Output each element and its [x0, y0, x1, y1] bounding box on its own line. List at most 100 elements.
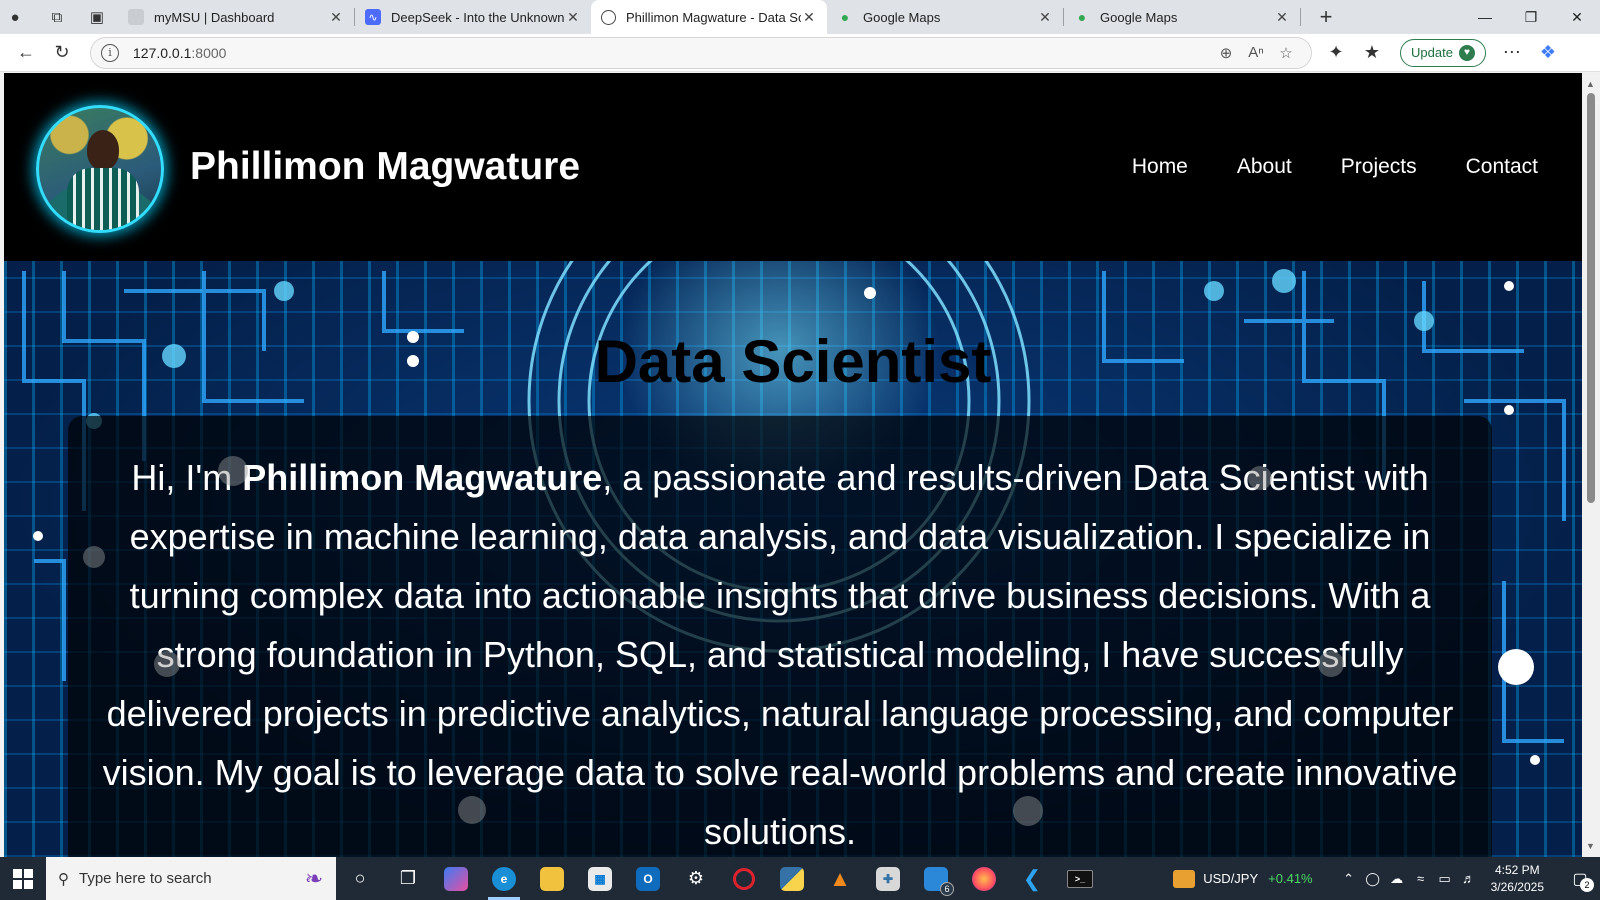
settings-tools-icon[interactable]: ⚙ — [672, 857, 720, 900]
python-docs-icon[interactable]: ✚ — [864, 857, 912, 900]
particle-dot — [1504, 281, 1514, 291]
volume-icon[interactable]: ♬ — [1457, 871, 1481, 886]
tab-title: myMSU | Dashboard — [154, 9, 275, 25]
scroll-up-arrow[interactable]: ▲ — [1586, 79, 1595, 89]
intro-name: Phillimon Magwature — [242, 457, 603, 498]
close-window-icon[interactable]: ✕ — [1554, 0, 1600, 34]
address-bar[interactable]: i 127.0.0.1:8000 ⊕ Aⁿ ☆ — [90, 36, 1312, 69]
clock-date: 3/26/2025 — [1490, 879, 1544, 894]
tab-title: Google Maps — [863, 9, 941, 25]
start-button[interactable] — [0, 857, 46, 900]
battery-icon[interactable]: ▭ — [1433, 871, 1457, 887]
python-icon[interactable] — [768, 857, 816, 900]
explorer-windows-icon[interactable]: 6 — [912, 857, 960, 900]
scroll-down-arrow[interactable]: ▼ — [1586, 841, 1595, 851]
window-controls: — ❐ ✕ — [1462, 0, 1600, 34]
copilot-app-icon[interactable] — [432, 857, 480, 900]
edge-browser-icon[interactable]: e — [480, 857, 528, 900]
windows-taskbar: ⚲ Type here to search ❧ ○ ❐ e ▦ O ⚙ ▲ ✚ … — [0, 857, 1600, 900]
nav-contact[interactable]: Contact — [1466, 155, 1538, 179]
hero-section: Data Scientist Hi, I'm Phillimon Magwatu… — [4, 261, 1582, 857]
particle-dot — [1530, 755, 1540, 765]
workspaces-icon[interactable]: ⧉ — [42, 2, 72, 32]
taskbar-search[interactable]: ⚲ Type here to search ❧ — [46, 857, 336, 900]
tab-google-maps-1[interactable]: ● Google Maps ✕ — [827, 0, 1063, 34]
browser-tab-strip: ● ⧉ ▣ myMSU | Dashboard ✕ ∿ DeepSeek - I… — [0, 0, 1600, 34]
firefox-icon[interactable] — [960, 857, 1008, 900]
tab-portfolio[interactable]: Phillimon Magwature - Data Scier ✕ — [591, 0, 827, 34]
system-clock[interactable]: 4:52 PM 3/26/2025 — [1491, 862, 1544, 896]
refresh-icon[interactable]: ↻ — [44, 37, 80, 69]
particle-bubble — [1318, 651, 1344, 677]
notification-count: 2 — [1580, 878, 1594, 892]
tab-google-maps-2[interactable]: ● Google Maps ✕ — [1064, 0, 1300, 34]
window-count-badge: 6 — [940, 882, 954, 896]
profile-icon[interactable]: ● — [0, 2, 30, 32]
nav-home[interactable]: Home — [1132, 155, 1188, 179]
notification-center-icon[interactable]: ▢ 2 — [1560, 857, 1600, 900]
search-icon: ⚲ — [58, 870, 69, 888]
awareness-ribbon-icon[interactable]: ❧ — [304, 864, 324, 894]
particle-bubble — [458, 796, 486, 824]
zoom-icon[interactable]: ⊕ — [1211, 40, 1241, 66]
site-info-icon[interactable]: i — [101, 43, 119, 62]
outlook-icon[interactable]: O — [624, 857, 672, 900]
particle-bubble — [1013, 796, 1043, 826]
search-placeholder: Type here to search — [79, 870, 212, 887]
tab-separator — [1300, 8, 1301, 26]
nav-about[interactable]: About — [1237, 155, 1292, 179]
update-button[interactable]: Update ♥ — [1400, 38, 1486, 67]
particle-dot — [1504, 405, 1514, 415]
tab-mymsu[interactable]: myMSU | Dashboard ✕ — [118, 0, 354, 34]
new-tab-button[interactable]: + — [1309, 2, 1343, 32]
url-port: :8000 — [191, 44, 227, 61]
close-icon[interactable]: ✕ — [328, 9, 344, 26]
photo-shirt — [67, 168, 139, 230]
close-icon[interactable]: ✕ — [565, 9, 581, 26]
more-menu-icon[interactable]: ⋯ — [1494, 37, 1530, 69]
favorites-icon[interactable]: ★ — [1354, 37, 1390, 69]
page-scrollbar[interactable]: ▲ ▼ — [1582, 73, 1600, 857]
vscode-icon[interactable]: ❮ — [1008, 857, 1056, 900]
hero-title: Data Scientist — [594, 328, 992, 395]
clock-time: 4:52 PM — [1494, 862, 1540, 877]
onedrive-cloud-icon[interactable]: ☁ — [1385, 871, 1409, 887]
close-icon[interactable]: ✕ — [801, 9, 817, 26]
tab-deepseek[interactable]: ∿ DeepSeek - Into the Unknown ✕ — [355, 0, 591, 34]
site-brand[interactable]: Phillimon Magwature — [190, 145, 580, 189]
intro-body: , a passionate and results-driven Data S… — [102, 457, 1458, 852]
microsoft-store-icon[interactable]: ▦ — [576, 857, 624, 900]
extensions-icon[interactable]: ✦ — [1318, 37, 1354, 69]
scroll-top-dot[interactable] — [1498, 649, 1534, 685]
vertical-tabs-icon[interactable]: ▣ — [82, 2, 112, 32]
main-nav: Home About Projects Contact — [1132, 155, 1538, 179]
ticker-change: +0.41% — [1268, 871, 1313, 886]
nav-projects[interactable]: Projects — [1341, 155, 1417, 179]
url-text[interactable]: 127.0.0.1:8000 — [133, 45, 1211, 61]
close-icon[interactable]: ✕ — [1274, 9, 1290, 26]
meet-now-icon[interactable]: ◯ — [1361, 871, 1385, 887]
show-hidden-icons-chevron[interactable]: ⌃ — [1337, 871, 1361, 887]
copilot-icon[interactable]: ❖ — [1530, 37, 1566, 69]
site-header: Phillimon Magwature Home About Projects … — [4, 73, 1582, 265]
file-explorer-icon[interactable] — [528, 857, 576, 900]
vlc-icon[interactable]: ▲ — [816, 857, 864, 900]
task-view-icon[interactable]: ❐ — [384, 857, 432, 900]
particle-dot — [33, 531, 43, 541]
back-icon[interactable]: ← — [8, 37, 44, 69]
wifi-icon[interactable]: ≈ — [1409, 871, 1433, 886]
restore-icon[interactable]: ❐ — [1508, 0, 1554, 34]
read-aloud-icon[interactable]: Aⁿ — [1241, 40, 1271, 66]
favorite-star-icon[interactable]: ☆ — [1271, 40, 1301, 66]
terminal-icon[interactable]: >_ — [1056, 857, 1104, 900]
currency-ticker[interactable]: USD/JPY +0.41% — [1173, 869, 1313, 888]
photo-head — [87, 130, 119, 170]
particle-bubble — [218, 456, 248, 486]
minimize-icon[interactable]: — — [1462, 0, 1508, 34]
cortana-icon[interactable]: ○ — [336, 857, 384, 900]
close-icon[interactable]: ✕ — [1037, 9, 1053, 26]
intro-paragraph: Hi, I'm Phillimon Magwature, a passionat… — [88, 448, 1472, 857]
opera-icon[interactable] — [720, 857, 768, 900]
browser-toolbar: ← ↻ i 127.0.0.1:8000 ⊕ Aⁿ ☆ ✦ ★ Update ♥… — [0, 34, 1600, 72]
scrollbar-thumb[interactable] — [1587, 93, 1595, 503]
